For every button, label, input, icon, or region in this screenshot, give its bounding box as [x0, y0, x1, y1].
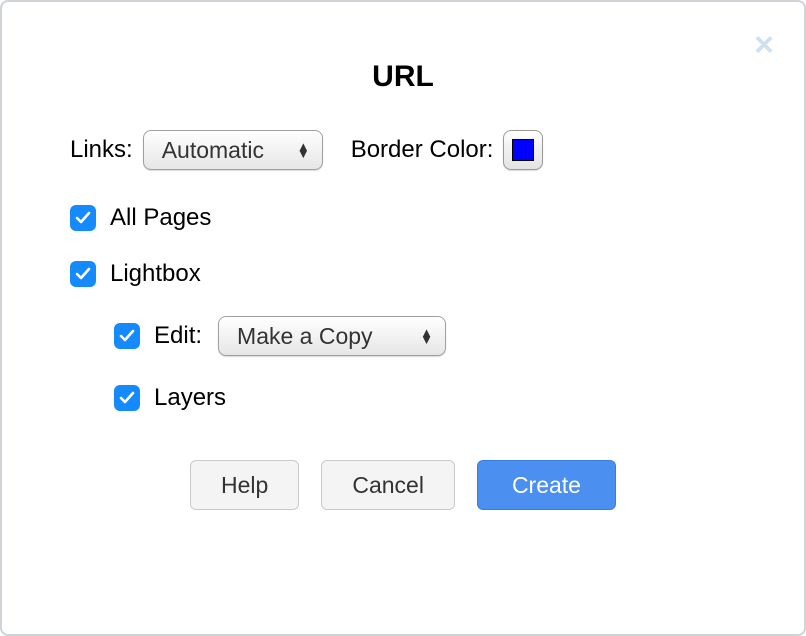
updown-icon: ▲▼ [420, 329, 433, 343]
help-button[interactable]: Help [190, 460, 299, 510]
border-color-swatch [512, 139, 534, 161]
lightbox-checkbox[interactable] [70, 261, 96, 287]
check-icon [119, 328, 135, 344]
close-icon[interactable]: × [754, 28, 774, 62]
border-color-button[interactable] [503, 130, 543, 170]
all-pages-row: All Pages [70, 204, 736, 232]
cancel-button[interactable]: Cancel [321, 460, 455, 510]
links-row: Links: Automatic ▲▼ Border Color: [70, 130, 736, 170]
layers-row: Layers [114, 384, 736, 412]
edit-row: Edit: Make a Copy ▲▼ [114, 316, 736, 356]
dialog-title: URL [70, 60, 736, 94]
edit-checkbox[interactable] [114, 323, 140, 349]
edit-label: Edit: [154, 322, 202, 350]
lightbox-label: Lightbox [110, 260, 201, 288]
url-dialog: × URL Links: Automatic ▲▼ Border Color: … [0, 0, 806, 636]
check-icon [75, 210, 91, 226]
all-pages-label: All Pages [110, 204, 211, 232]
dialog-footer: Help Cancel Create [70, 460, 736, 510]
check-icon [119, 390, 135, 406]
create-button[interactable]: Create [477, 460, 616, 510]
edit-select-value: Make a Copy [237, 323, 373, 350]
links-label: Links: [70, 136, 133, 164]
check-icon [75, 266, 91, 282]
border-color-label: Border Color: [351, 136, 494, 164]
lightbox-row: Lightbox [70, 260, 736, 288]
all-pages-checkbox[interactable] [70, 205, 96, 231]
links-select[interactable]: Automatic ▲▼ [143, 130, 323, 170]
links-select-value: Automatic [162, 137, 264, 164]
updown-icon: ▲▼ [297, 143, 310, 157]
layers-label: Layers [154, 384, 226, 412]
edit-select[interactable]: Make a Copy ▲▼ [218, 316, 446, 356]
layers-checkbox[interactable] [114, 385, 140, 411]
